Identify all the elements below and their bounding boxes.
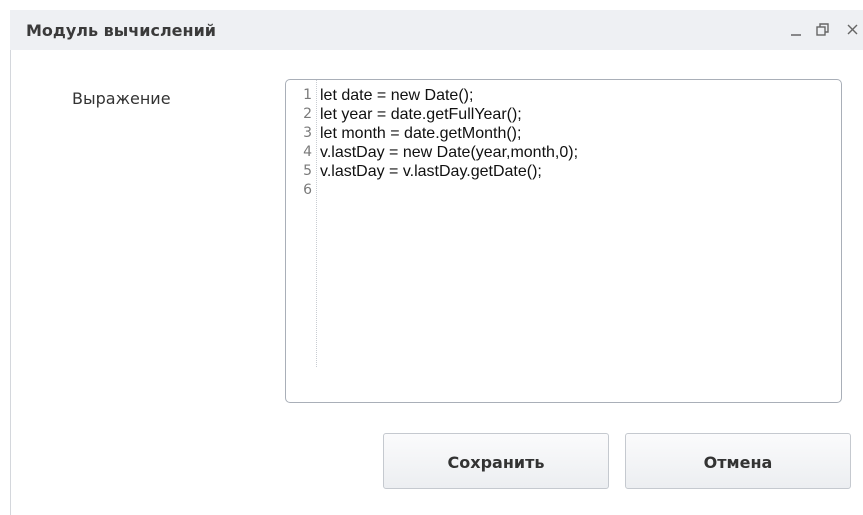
line-code[interactable]: v.lastDay = v.lastDay.getDate(); (320, 162, 542, 181)
line-code[interactable]: let date = new Date(); (320, 86, 473, 105)
code-line[interactable]: 5 v.lastDay = v.lastDay.getDate(); (286, 162, 841, 181)
line-number: 2 (303, 106, 312, 122)
code-lines: 1 let date = new Date(); 2 let year = da… (286, 86, 841, 200)
code-line[interactable]: 2 let year = date.getFullYear(); (286, 105, 841, 124)
dialog-title: Модуль вычислений (26, 21, 216, 40)
restore-icon[interactable] (813, 19, 833, 41)
expression-code-editor[interactable]: 1 let date = new Date(); 2 let year = da… (285, 79, 842, 403)
close-icon[interactable] (842, 19, 862, 41)
line-number: 6 (303, 182, 312, 198)
expression-label: Выражение (72, 89, 171, 108)
calculation-module-dialog: Модуль вычислений Выражение 1 let date =… (0, 0, 863, 515)
minimize-icon[interactable] (786, 19, 806, 41)
code-line[interactable]: 1 let date = new Date(); (286, 86, 841, 105)
line-code[interactable]: v.lastDay = new Date(year,month,0); (320, 143, 578, 162)
line-code[interactable]: let month = date.getMonth(); (320, 124, 521, 143)
code-line[interactable]: 3 let month = date.getMonth(); (286, 124, 841, 143)
save-button[interactable]: Сохранить (383, 433, 609, 489)
line-number: 4 (303, 144, 312, 160)
line-number: 3 (303, 125, 312, 141)
dialog-titlebar[interactable]: Модуль вычислений (10, 10, 863, 50)
line-number: 5 (303, 163, 312, 179)
line-code[interactable]: let year = date.getFullYear(); (320, 105, 522, 124)
code-line[interactable]: 4 v.lastDay = new Date(year,month,0); (286, 143, 841, 162)
line-number: 1 (303, 87, 312, 103)
cancel-button[interactable]: Отмена (625, 433, 851, 489)
code-line[interactable]: 6 (286, 181, 841, 200)
dialog-left-border (10, 50, 11, 515)
